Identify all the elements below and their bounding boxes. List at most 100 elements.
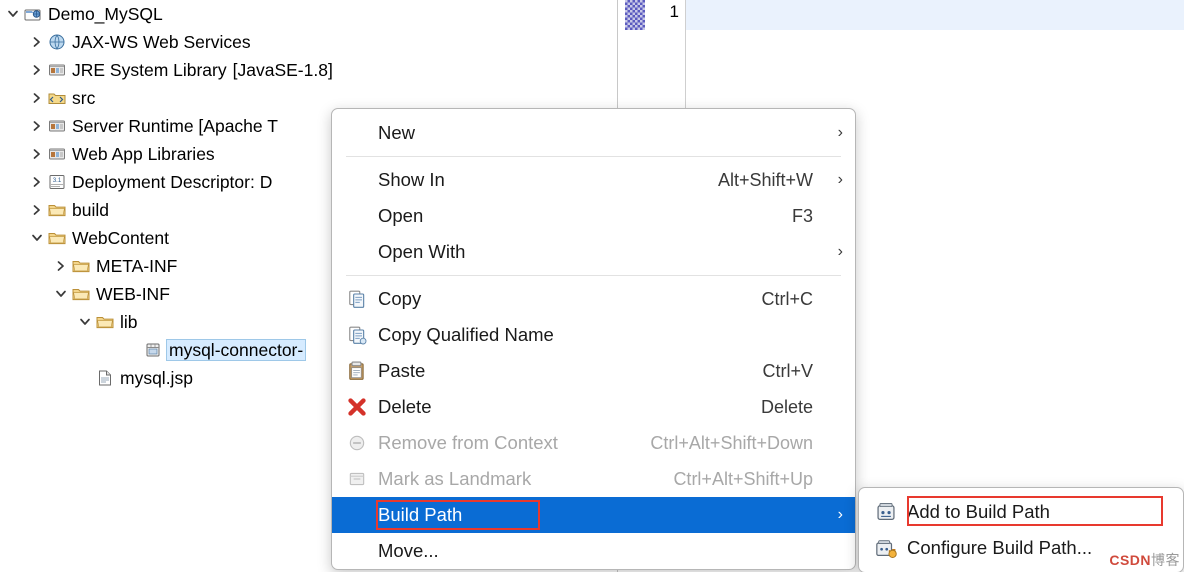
menu-item-submenu-arrow: ›	[837, 171, 843, 188]
chevron-down-icon[interactable]	[6, 7, 20, 21]
chevron-right-icon[interactable]	[30, 91, 44, 105]
tree-item-bracket: [JavaSE-1.8]	[232, 60, 333, 80]
tree-item[interactable]: Demo_MySQL	[0, 0, 617, 28]
menu-separator	[346, 275, 841, 276]
tree-item-label: JAX-WS Web Services	[72, 32, 251, 52]
chevron-right-icon[interactable]	[54, 259, 68, 273]
tree-item-label: Demo_MySQL	[48, 4, 163, 24]
folder-icon	[47, 229, 67, 247]
menu-item-label: Open	[378, 205, 424, 226]
menu-item-copy-qualified-name[interactable]: Copy Qualified Name	[332, 317, 855, 353]
folder-icon	[95, 313, 115, 331]
jaxws-icon	[47, 33, 67, 51]
configure-build-path-icon	[871, 536, 901, 560]
menu-item-mark-as-landmark: Mark as Landmark Ctrl+Alt+Shift+Up	[332, 461, 855, 497]
menu-item-paste[interactable]: Paste Ctrl+V	[332, 353, 855, 389]
menu-item-new[interactable]: New ›	[332, 115, 855, 151]
library-icon	[47, 145, 67, 163]
menu-item-submenu-arrow: ›	[837, 506, 843, 523]
submenu-item-add-to-build-path[interactable]: Add to Build Path	[859, 494, 1183, 530]
chevron-right-icon[interactable]	[30, 175, 44, 189]
chevron-down-icon[interactable]	[54, 287, 68, 301]
menu-item-shortcut: Alt+Shift+W	[717, 169, 813, 190]
folder-icon	[71, 285, 91, 303]
source-folder-icon	[47, 89, 67, 107]
folder-icon	[71, 257, 91, 275]
tree-item-label: build	[72, 200, 109, 220]
editor-active-line	[685, 0, 1184, 30]
editor-gutter-divider	[685, 0, 686, 110]
menu-item-copy[interactable]: Copy Ctrl+C	[332, 281, 855, 317]
menu-item-label: Copy	[378, 288, 422, 309]
svg-text:3.1: 3.1	[53, 178, 62, 184]
editor-line-number: 1	[669, 2, 679, 21]
tree-item-label: mysql.jsp	[120, 368, 193, 388]
menu-item-shortcut: Ctrl+Alt+Shift+Down	[650, 432, 813, 453]
paste-icon	[342, 359, 372, 383]
menu-item-label: Open With	[378, 241, 466, 262]
chevron-right-icon[interactable]	[30, 203, 44, 217]
menu-item-shortcut: F3	[791, 205, 813, 226]
tree-item-label: META-INF	[96, 256, 178, 276]
menu-item-shortcut: Ctrl+C	[761, 288, 813, 309]
chevron-right-icon[interactable]	[30, 63, 44, 77]
project-icon	[23, 5, 43, 23]
deployment-descriptor-icon: 3.1	[47, 173, 67, 191]
copy-qualified-icon	[342, 323, 372, 347]
landmark-icon	[342, 467, 372, 491]
context-menu[interactable]: New › Show In Alt+Shift+W › Open F3 Open With › C…	[331, 108, 856, 570]
menu-item-label: Show In	[378, 169, 445, 190]
watermark-prefix: CSDN	[1109, 552, 1151, 568]
library-icon	[47, 117, 67, 135]
tree-item-label: Web App Libraries	[72, 144, 215, 164]
menu-item-shortcut: Ctrl+V	[762, 360, 813, 381]
remove-context-icon	[342, 431, 372, 455]
add-build-path-icon	[871, 500, 901, 524]
menu-item-open-with[interactable]: Open With ›	[332, 234, 855, 270]
tree-item-label: JRE System Library	[72, 60, 227, 80]
tree-item-label: WebContent	[72, 228, 169, 248]
menu-item-open[interactable]: Open F3	[332, 198, 855, 234]
tree-item-label: WEB-INF	[96, 284, 170, 304]
menu-item-build-path[interactable]: Build Path ›	[332, 497, 855, 533]
menu-item-label: Copy Qualified Name	[378, 324, 554, 345]
menu-icon-placeholder	[342, 539, 372, 563]
folder-icon	[47, 201, 67, 219]
chevron-right-icon[interactable]	[30, 35, 44, 49]
tree-item[interactable]: JAX-WS Web Services	[0, 28, 617, 56]
menu-item-label: Delete	[378, 396, 432, 417]
menu-item-label: Paste	[378, 360, 426, 381]
tree-item-label: Deployment Descriptor: D	[72, 172, 273, 192]
watermark: CSDN博客	[1109, 550, 1180, 570]
menu-item-label: Build Path	[378, 504, 463, 525]
submenu-item-label: Add to Build Path	[907, 501, 1050, 522]
menu-icon-placeholder	[342, 121, 372, 145]
menu-item-label: New	[378, 122, 416, 143]
menu-item-show-in[interactable]: Show In Alt+Shift+W ›	[332, 162, 855, 198]
tree-item[interactable]: JRE System Library [JavaSE-1.8]	[0, 56, 617, 84]
menu-icon-placeholder	[342, 240, 372, 264]
jsp-file-icon	[95, 369, 115, 387]
watermark-suffix: 博客	[1151, 552, 1180, 568]
menu-item-submenu-arrow: ›	[837, 243, 843, 260]
menu-item-label: Remove from Context	[378, 432, 558, 453]
chevron-down-icon[interactable]	[78, 315, 92, 329]
tree-item-label: lib	[120, 312, 138, 332]
tree-item-label: mysql-connector-	[166, 339, 307, 361]
delete-icon	[342, 395, 372, 419]
menu-item-label: Mark as Landmark	[378, 468, 532, 489]
chevron-down-icon[interactable]	[30, 231, 44, 245]
tree-item-label: Server Runtime [Apache T	[72, 116, 278, 136]
menu-item-label: Move...	[378, 540, 439, 561]
menu-icon-placeholder	[342, 204, 372, 228]
copy-icon	[342, 287, 372, 311]
tree-item-label: src	[72, 88, 96, 108]
menu-item-move[interactable]: Move...	[332, 533, 855, 569]
menu-item-shortcut: Delete	[760, 396, 813, 417]
chevron-right-icon[interactable]	[30, 119, 44, 133]
editor-marker-ruler	[625, 0, 645, 30]
menu-item-delete[interactable]: Delete Delete	[332, 389, 855, 425]
chevron-right-icon[interactable]	[30, 147, 44, 161]
